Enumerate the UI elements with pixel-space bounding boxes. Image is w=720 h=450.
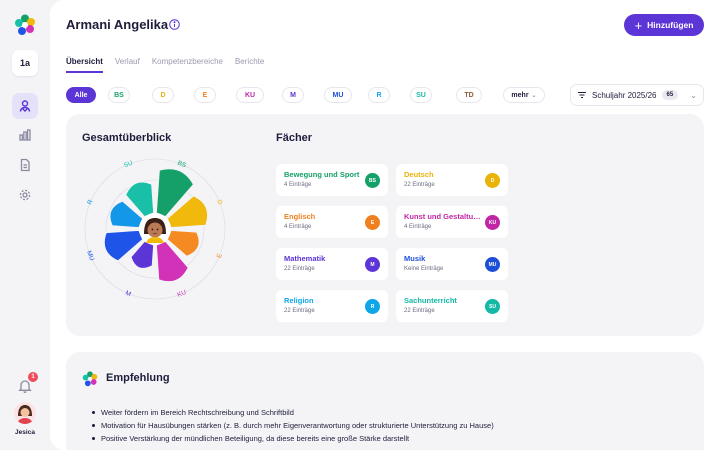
- bar-chart-icon: [19, 129, 31, 141]
- recommendation-card: Empfehlung Weiter fördern im Bereich Rec…: [66, 352, 704, 450]
- students-icon: [19, 100, 31, 112]
- subject-entry-count: 22 Einträge: [404, 182, 435, 188]
- subject-badge: M: [365, 257, 380, 272]
- overview-card: Gesamtüberblick Fächer BS D E KU M MU R SU Bewe…: [66, 114, 704, 336]
- recommendation-item: Weiter fördern im Bereich Rechtschreibun…: [92, 406, 494, 419]
- tab-competencies[interactable]: Kompetenzbereiche: [152, 57, 223, 73]
- class-selector[interactable]: 1a: [12, 50, 38, 76]
- subject-badge: D: [485, 173, 500, 188]
- subject-entry-count: 22 Einträge: [284, 308, 315, 314]
- subject-badge: MU: [485, 257, 500, 272]
- subject-entry-count: 22 Einträge: [284, 266, 315, 272]
- sidebar: 1a 1 Jesica: [0, 0, 50, 450]
- petal-label-su: SU: [123, 159, 134, 169]
- overview-title: Gesamtüberblick: [82, 132, 172, 144]
- petal-label-r: R: [86, 199, 94, 206]
- school-year-label: Schuljahr 2025/26: [592, 90, 657, 100]
- subjects-title: Fächer: [276, 132, 313, 144]
- entry-count-badge: 65: [661, 90, 679, 100]
- tab-history[interactable]: Verlauf: [115, 57, 140, 73]
- subject-badge: SU: [485, 299, 500, 314]
- filter-chip-mu[interactable]: MU: [324, 87, 352, 103]
- recommendation-title: Empfehlung: [106, 372, 170, 384]
- plus-icon: +: [634, 17, 643, 33]
- subject-name: Musik: [404, 254, 426, 263]
- more-filter-button[interactable]: mehr ⌄: [503, 87, 545, 103]
- filter-chip-td[interactable]: TD: [456, 87, 482, 103]
- subject-badge: R: [365, 299, 380, 314]
- petal-label-mu: MU: [85, 250, 95, 262]
- add-button[interactable]: + Hinzufügen: [624, 14, 704, 36]
- filter-chip-m[interactable]: M: [282, 87, 304, 103]
- petal-label-bs: BS: [176, 160, 187, 170]
- filter-chip-bs[interactable]: BS: [108, 87, 130, 103]
- info-icon[interactable]: [169, 19, 180, 30]
- petal-label-ku: KU: [176, 289, 187, 299]
- chevron-down-icon: ⌄: [531, 92, 537, 99]
- main-panel: Armani Angelika + Hinzufügen Übersicht V…: [50, 0, 720, 450]
- user-name: Jesica: [15, 429, 35, 436]
- subject-card-d[interactable]: Deutsch 22 Einträge D: [396, 164, 508, 196]
- subject-name: Deutsch: [404, 170, 434, 179]
- subject-badge: E: [365, 215, 380, 230]
- more-label: mehr: [511, 91, 529, 99]
- subject-card-ku[interactable]: Kunst und Gestaltung 4 Einträge KU: [396, 206, 508, 238]
- nav-statistics[interactable]: [12, 122, 38, 148]
- filter-chip-d[interactable]: D: [152, 87, 174, 103]
- nav-students[interactable]: [12, 93, 38, 119]
- user-avatar[interactable]: [14, 402, 36, 424]
- subject-name: Bewegung und Sport: [284, 170, 360, 179]
- subject-card-mu[interactable]: Musik Keine Einträge MU: [396, 248, 508, 280]
- school-year-selector[interactable]: Schuljahr 2025/26 65 ⌄: [570, 84, 704, 106]
- subject-entry-count: Keine Einträge: [404, 266, 444, 272]
- subject-name: Kunst und Gestaltung: [404, 212, 482, 221]
- subject-entry-count: 22 Einträge: [404, 308, 435, 314]
- filter-icon: [578, 92, 586, 98]
- recommendation-list: Weiter fördern im Bereich Rechtschreibun…: [92, 406, 494, 445]
- subject-name: Sachunterricht: [404, 296, 457, 305]
- tab-overview[interactable]: Übersicht: [66, 57, 103, 73]
- subject-card-bs[interactable]: Bewegung und Sport 4 Einträge BS: [276, 164, 388, 196]
- subject-entry-count: 4 Einträge: [284, 224, 312, 230]
- petal-label-d: D: [215, 199, 223, 206]
- gear-icon: [19, 189, 31, 201]
- subject-card-m[interactable]: Mathematik 22 Einträge M: [276, 248, 388, 280]
- subject-entry-count: 4 Einträge: [284, 182, 312, 188]
- page-title: Armani Angelika: [66, 17, 169, 32]
- tab-reports[interactable]: Berichte: [235, 57, 264, 73]
- app-logo[interactable]: [14, 14, 36, 36]
- subject-card-su[interactable]: Sachunterricht 22 Einträge SU: [396, 290, 508, 322]
- document-icon: [20, 158, 30, 172]
- subject-card-r[interactable]: Religion 22 Einträge R: [276, 290, 388, 322]
- filter-chip-ku[interactable]: KU: [236, 87, 264, 103]
- subject-badge: KU: [485, 215, 500, 230]
- subject-name: Mathematik: [284, 254, 326, 263]
- subject-badge: BS: [365, 173, 380, 188]
- notification-badge: 1: [28, 372, 38, 382]
- subject-name: Religion: [284, 296, 314, 305]
- nav-settings[interactable]: [12, 182, 38, 208]
- tab-bar: Übersicht Verlauf Kompetenzbereiche Beri…: [66, 57, 276, 73]
- subject-card-e[interactable]: Englisch 4 Einträge E: [276, 206, 388, 238]
- recommendation-item: Motivation für Hausübungen stärken (z. B…: [92, 419, 494, 432]
- competence-flower-chart: BS D E KU M MU R SU: [84, 158, 226, 300]
- add-button-label: Hinzufügen: [647, 20, 694, 30]
- petal-label-m: M: [124, 290, 132, 299]
- nav-documents[interactable]: [12, 152, 38, 178]
- flower-logo-icon: [82, 371, 98, 387]
- filter-chip-r[interactable]: R: [368, 87, 390, 103]
- chevron-down-icon: ⌄: [690, 90, 697, 100]
- recommendation-item: Positive Verstärkung der mündlichen Bete…: [92, 432, 494, 445]
- filter-chip-su[interactable]: SU: [410, 87, 432, 103]
- subject-entry-count: 4 Einträge: [404, 224, 432, 230]
- filter-chip-alle[interactable]: Alle: [66, 87, 96, 103]
- subject-name: Englisch: [284, 212, 316, 221]
- filter-chip-e[interactable]: E: [194, 87, 216, 103]
- petal-label-e: E: [216, 252, 224, 259]
